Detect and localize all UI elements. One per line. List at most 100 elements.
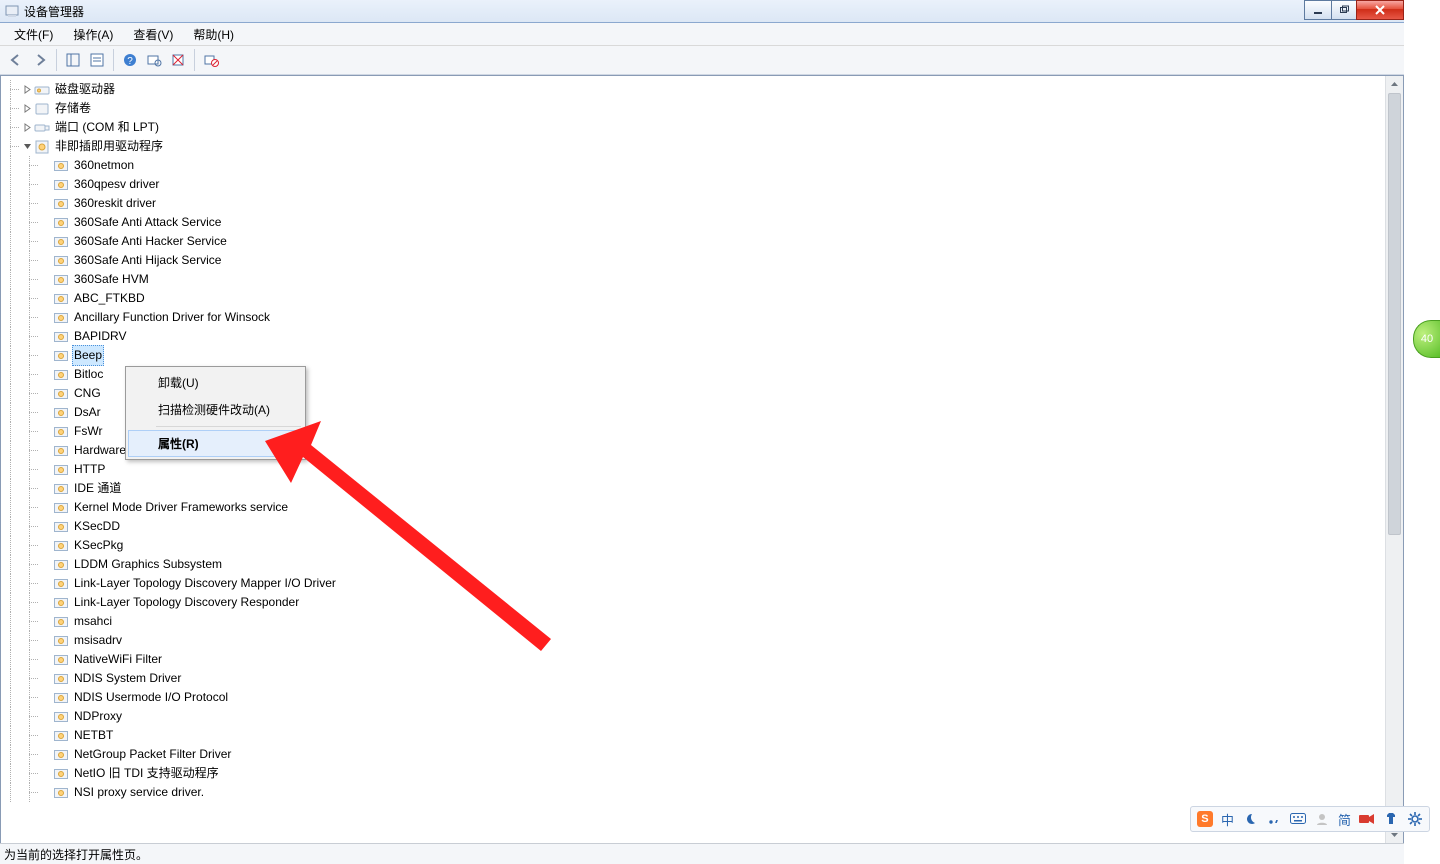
ime-tray: S 中 简 bbox=[1190, 806, 1430, 832]
tree-item-label: 端口 (COM 和 LPT) bbox=[53, 118, 161, 137]
tree-item-label: 360Safe HVM bbox=[72, 270, 151, 289]
twisty-collapsed-icon[interactable] bbox=[20, 102, 34, 116]
tree-item-driver[interactable]: NDIS System Driver bbox=[1, 669, 1385, 688]
disk-icon bbox=[34, 82, 50, 98]
tree-item-driver[interactable]: HTTP bbox=[1, 460, 1385, 479]
shirt-icon[interactable] bbox=[1383, 811, 1399, 827]
tree-item-driver[interactable]: 360Safe Anti Attack Service bbox=[1, 213, 1385, 232]
tree-item-driver[interactable]: BAPIDRV bbox=[1, 327, 1385, 346]
twisty-collapsed-icon[interactable] bbox=[20, 83, 34, 97]
twisty-expanded-icon[interactable] bbox=[20, 140, 34, 154]
tree-item-driver[interactable]: NETBT bbox=[1, 726, 1385, 745]
scroll-track[interactable] bbox=[1386, 93, 1403, 826]
tree-item-driver[interactable]: NSI proxy service driver. bbox=[1, 783, 1385, 802]
tree-item-driver[interactable]: 360qpesv driver bbox=[1, 175, 1385, 194]
driver-icon bbox=[53, 671, 69, 687]
gear-icon[interactable] bbox=[1407, 811, 1423, 827]
driver-icon bbox=[53, 405, 69, 421]
menu-help[interactable]: 帮助(H) bbox=[183, 24, 244, 45]
menu-file[interactable]: 文件(F) bbox=[4, 24, 63, 45]
properties-button[interactable] bbox=[85, 48, 109, 72]
driver-icon bbox=[53, 443, 69, 459]
scan-hardware-button[interactable] bbox=[142, 48, 166, 72]
keyboard-icon[interactable] bbox=[1290, 811, 1306, 827]
tree-item-driver[interactable]: msahci bbox=[1, 612, 1385, 631]
driver-icon bbox=[53, 310, 69, 326]
side-badge-text: 40 bbox=[1421, 333, 1433, 345]
tree-item-label: IDE 通道 bbox=[72, 479, 123, 498]
restore-button[interactable] bbox=[1331, 0, 1357, 20]
close-button[interactable] bbox=[1356, 0, 1404, 20]
menu-action[interactable]: 操作(A) bbox=[63, 24, 123, 45]
driver-icon bbox=[53, 785, 69, 801]
driver-icon bbox=[53, 595, 69, 611]
uninstall-button[interactable] bbox=[166, 48, 190, 72]
tree-item-driver[interactable]: NDIS Usermode I/O Protocol bbox=[1, 688, 1385, 707]
menu-view[interactable]: 查看(V) bbox=[123, 24, 183, 45]
tree-item-driver[interactable]: 360reskit driver bbox=[1, 194, 1385, 213]
tree-item-driver[interactable]: msisadrv bbox=[1, 631, 1385, 650]
tree-category[interactable]: 磁盘驱动器 bbox=[1, 80, 1385, 99]
minimize-button[interactable] bbox=[1304, 0, 1332, 20]
tree-item-driver[interactable]: Link-Layer Topology Discovery Responder bbox=[1, 593, 1385, 612]
driver-icon bbox=[53, 557, 69, 573]
ime-logo-icon[interactable]: S bbox=[1197, 811, 1213, 827]
tree-item-label: Ancillary Function Driver for Winsock bbox=[72, 308, 272, 327]
tree-item-driver[interactable]: Kernel Mode Driver Frameworks service bbox=[1, 498, 1385, 517]
tree-item-driver[interactable]: 360Safe HVM bbox=[1, 270, 1385, 289]
tree-item-driver[interactable]: 360Safe Anti Hacker Service bbox=[1, 232, 1385, 251]
tree-item-driver[interactable]: Link-Layer Topology Discovery Mapper I/O… bbox=[1, 574, 1385, 593]
tree-item-label: FsWr bbox=[72, 422, 104, 441]
vertical-scrollbar[interactable] bbox=[1385, 76, 1403, 843]
driver-icon bbox=[53, 367, 69, 383]
tree-item-driver[interactable]: NativeWiFi Filter bbox=[1, 650, 1385, 669]
tree-item-driver[interactable]: ABC_FTKBD bbox=[1, 289, 1385, 308]
driver-icon bbox=[53, 158, 69, 174]
tree-item-driver[interactable]: 360Safe Anti Hijack Service bbox=[1, 251, 1385, 270]
tree-item-driver[interactable]: KSecDD bbox=[1, 517, 1385, 536]
tree-item-driver[interactable]: IDE 通道 bbox=[1, 479, 1385, 498]
tree-item-driver[interactable]: KSecPkg bbox=[1, 536, 1385, 555]
disable-button[interactable] bbox=[199, 48, 223, 72]
tree-category[interactable]: 端口 (COM 和 LPT) bbox=[1, 118, 1385, 137]
driver-icon bbox=[53, 234, 69, 250]
content-frame: 磁盘驱动器存储卷端口 (COM 和 LPT)非即插即用驱动程序360netmon… bbox=[0, 75, 1404, 843]
twisty-collapsed-icon[interactable] bbox=[20, 121, 34, 135]
context-menu-uninstall[interactable]: 卸载(U) bbox=[128, 369, 303, 396]
window-buttons bbox=[1305, 0, 1404, 20]
side-badge[interactable]: 40 bbox=[1413, 320, 1440, 358]
tree-item-driver[interactable]: Ancillary Function Driver for Winsock bbox=[1, 308, 1385, 327]
driver-icon bbox=[53, 500, 69, 516]
nav-back-button[interactable] bbox=[4, 48, 28, 72]
driver-icon bbox=[53, 766, 69, 782]
scroll-up-button[interactable] bbox=[1386, 76, 1403, 93]
ime-zhong[interactable]: 中 bbox=[1221, 810, 1234, 829]
tree-item-label: 360qpesv driver bbox=[72, 175, 161, 194]
driver-icon bbox=[53, 614, 69, 630]
tree-item-driver[interactable]: NDProxy bbox=[1, 707, 1385, 726]
help-button[interactable]: ? bbox=[118, 48, 142, 72]
tree-item-driver[interactable]: Beep bbox=[1, 346, 1385, 365]
tree-category[interactable]: 存储卷 bbox=[1, 99, 1385, 118]
tree-category-nonpnp[interactable]: 非即插即用驱动程序 bbox=[1, 137, 1385, 156]
tree-item-label: Bitloc bbox=[72, 365, 105, 384]
context-menu-scan[interactable]: 扫描检测硬件改动(A) bbox=[128, 396, 303, 423]
tree-item-driver[interactable]: 360netmon bbox=[1, 156, 1385, 175]
toolbar: ? bbox=[0, 46, 1404, 75]
driver-icon bbox=[53, 424, 69, 440]
ime-jian[interactable]: 简 bbox=[1338, 810, 1351, 829]
tree-item-label: HTTP bbox=[72, 460, 107, 479]
tree-item-driver[interactable]: LDDM Graphics Subsystem bbox=[1, 555, 1385, 574]
scroll-thumb[interactable] bbox=[1388, 93, 1401, 535]
punct-icon[interactable] bbox=[1266, 811, 1282, 827]
moon-icon[interactable] bbox=[1242, 811, 1258, 827]
tree-item-driver[interactable]: NetGroup Packet Filter Driver bbox=[1, 745, 1385, 764]
camera-icon[interactable] bbox=[1359, 811, 1375, 827]
svg-text:?: ? bbox=[127, 56, 133, 67]
context-menu-properties[interactable]: 属性(R) bbox=[128, 430, 303, 457]
nav-forward-button[interactable] bbox=[28, 48, 52, 72]
person-icon[interactable] bbox=[1314, 811, 1330, 827]
tree-item-driver[interactable]: NetIO 旧 TDI 支持驱动程序 bbox=[1, 764, 1385, 783]
port-icon bbox=[34, 120, 50, 136]
show-hide-tree-button[interactable] bbox=[61, 48, 85, 72]
